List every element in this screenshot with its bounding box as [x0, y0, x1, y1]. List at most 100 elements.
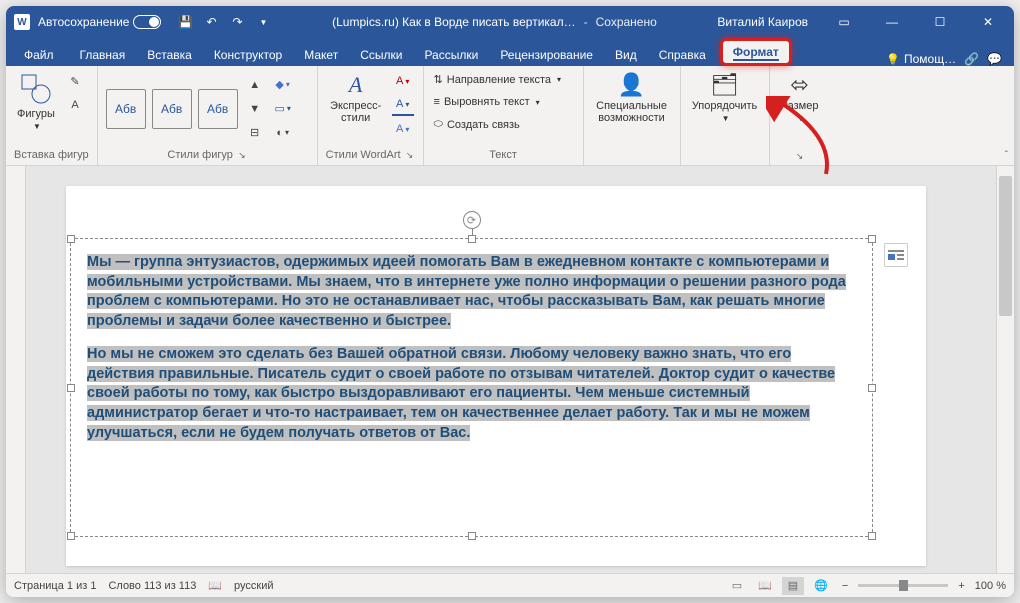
language-status[interactable]: русский [234, 580, 273, 592]
paragraph-1: Мы — группа энтузиастов, одержимых идеей… [87, 254, 846, 329]
tab-design[interactable]: Конструктор [204, 42, 292, 66]
layout-options-button[interactable] [884, 243, 908, 267]
search-icon: 💡 [886, 53, 900, 66]
text-effects-button[interactable]: A▾ [392, 118, 414, 140]
arrange-button[interactable]: 🗂Упорядочить▼ [689, 70, 761, 125]
save-status: Сохранено [596, 15, 657, 29]
shape-style-more[interactable]: ⊟ [244, 122, 266, 144]
link-icon: ⬭ [434, 118, 443, 131]
zoom-level[interactable]: 100 % [975, 580, 1006, 592]
resize-handle[interactable] [67, 532, 75, 540]
tab-view[interactable]: Вид [605, 42, 647, 66]
word-icon: W [14, 14, 30, 30]
dialog-launcher-shape-styles[interactable]: ↘ [237, 150, 247, 160]
accessibility-icon: 👤 [618, 72, 645, 98]
tab-mailings[interactable]: Рассылки [414, 42, 488, 66]
page-count[interactable]: Страница 1 из 1 [14, 580, 96, 592]
resize-handle[interactable] [868, 532, 876, 540]
align-text-icon: ≡ [434, 96, 440, 108]
close-button[interactable]: ✕ [966, 6, 1010, 38]
rotate-handle-icon[interactable]: ⟳ [463, 211, 481, 229]
dialog-launcher-size[interactable]: ↘ [795, 151, 805, 161]
shape-style-preset-1[interactable]: Абв [106, 89, 146, 129]
resize-handle[interactable] [868, 235, 876, 243]
shape-fill-button[interactable]: ◆▾ [272, 74, 294, 96]
focus-mode-button[interactable]: ▭ [726, 577, 748, 595]
edit-shape-button[interactable]: ✎ [64, 70, 86, 92]
undo-icon[interactable]: ↶ [203, 14, 219, 30]
ribbon-tabs: Файл Главная Вставка Конструктор Макет С… [6, 38, 1014, 66]
shape-style-preset-2[interactable]: Абв [152, 89, 192, 129]
shape-style-scroll-down[interactable]: ▼ [244, 98, 266, 120]
user-name[interactable]: Виталий Каиров [717, 15, 808, 29]
quick-styles-button[interactable]: A Экспресс-стили [326, 70, 386, 126]
shapes-icon [19, 72, 53, 106]
zoom-in-button[interactable]: + [954, 580, 968, 592]
qat-dropdown-icon[interactable]: ▼ [255, 14, 271, 30]
ribbon-display-icon[interactable]: ▭ [822, 6, 866, 38]
collapse-ribbon-icon[interactable]: ˆ [1005, 150, 1008, 161]
text-content[interactable]: Мы — группа энтузиастов, одержимых идеей… [71, 239, 872, 471]
align-text-button[interactable]: ≡Выровнять текст▾ [432, 93, 564, 111]
layout-options-icon [888, 248, 904, 262]
text-box[interactable]: ⟳ Мы — группа энтузиастов, одержимых иде… [70, 238, 873, 537]
page[interactable]: ⟳ Мы — группа энтузиастов, одержимых иде… [66, 186, 926, 566]
tab-file[interactable]: Файл [10, 42, 68, 66]
maximize-button[interactable]: ☐ [918, 6, 962, 38]
text-fill-button[interactable]: A▾ [392, 70, 414, 92]
web-layout-button[interactable]: 🌐 [810, 577, 832, 595]
tell-me-search[interactable]: 💡 Помощ… [886, 52, 956, 66]
shape-style-preset-3[interactable]: Абв [198, 89, 238, 129]
draw-textbox-button[interactable]: A [64, 94, 86, 116]
share-button[interactable]: 🔗 [964, 52, 979, 66]
tab-home[interactable]: Главная [70, 42, 136, 66]
tab-insert[interactable]: Вставка [137, 42, 202, 66]
zoom-out-button[interactable]: − [838, 580, 852, 592]
toggle-switch-icon [133, 15, 161, 29]
tab-references[interactable]: Ссылки [350, 42, 412, 66]
tab-layout[interactable]: Макет [294, 42, 348, 66]
spell-check-icon[interactable]: 📖 [208, 579, 222, 592]
redo-icon[interactable]: ↷ [229, 14, 245, 30]
dialog-launcher-wordart[interactable]: ↘ [405, 150, 415, 160]
print-layout-button[interactable]: ▤ [782, 577, 804, 595]
create-link-button[interactable]: ⬭Создать связь [432, 115, 564, 134]
text-direction-button[interactable]: ⇅Направление текста▾ [432, 70, 564, 89]
shape-style-scroll-up[interactable]: ▲ [244, 74, 266, 96]
text-direction-icon: ⇅ [434, 73, 443, 86]
comments-button[interactable]: 💬 [987, 52, 1002, 66]
size-button[interactable]: ⬄Размер▼ [778, 70, 822, 125]
text-outline-button[interactable]: A▾ [392, 94, 414, 116]
tab-help[interactable]: Справка [649, 42, 716, 66]
status-bar: Страница 1 из 1 Слово 113 из 113 📖 русск… [6, 573, 1014, 597]
vertical-ruler[interactable] [6, 166, 26, 573]
save-icon[interactable]: 💾 [177, 14, 193, 30]
minimize-button[interactable]: — [870, 6, 914, 38]
chevron-down-icon: ▼ [33, 122, 41, 131]
autosave-toggle[interactable]: Автосохранение [38, 15, 161, 29]
wordart-icon: A [349, 72, 362, 98]
group-insert-shapes: Вставка фигур [14, 147, 89, 161]
zoom-slider[interactable] [858, 584, 948, 587]
shapes-gallery-button[interactable]: Фигуры ▼ [14, 70, 58, 133]
group-shape-styles: Стили фигур [167, 149, 232, 161]
scrollbar-thumb[interactable] [999, 176, 1012, 316]
word-count[interactable]: Слово 113 из 113 [108, 580, 196, 592]
word-window: W Автосохранение 💾 ↶ ↷ ▼ (Lumpics.ru) Ка… [6, 6, 1014, 597]
group-wordart-styles: Стили WordArt [326, 149, 401, 161]
resize-handle[interactable] [868, 384, 876, 392]
resize-handle[interactable] [468, 532, 476, 540]
size-icon: ⬄ [790, 72, 808, 98]
document-area: ⟳ Мы — группа энтузиастов, одержимых иде… [6, 166, 1014, 573]
tab-review[interactable]: Рецензирование [490, 42, 603, 66]
shape-outline-button[interactable]: ▭▾ [272, 98, 294, 120]
resize-handle[interactable] [468, 235, 476, 243]
accessibility-button[interactable]: 👤Специальные возможности [592, 70, 672, 126]
read-mode-button[interactable]: 📖 [754, 577, 776, 595]
resize-handle[interactable] [67, 384, 75, 392]
shape-effects-button[interactable]: ◐▾ [272, 122, 294, 144]
vertical-scrollbar[interactable] [996, 166, 1014, 573]
resize-handle[interactable] [67, 235, 75, 243]
tab-format[interactable]: Формат [720, 38, 792, 66]
paragraph-2: Но мы не сможем это сделать без Вашей об… [87, 346, 835, 440]
